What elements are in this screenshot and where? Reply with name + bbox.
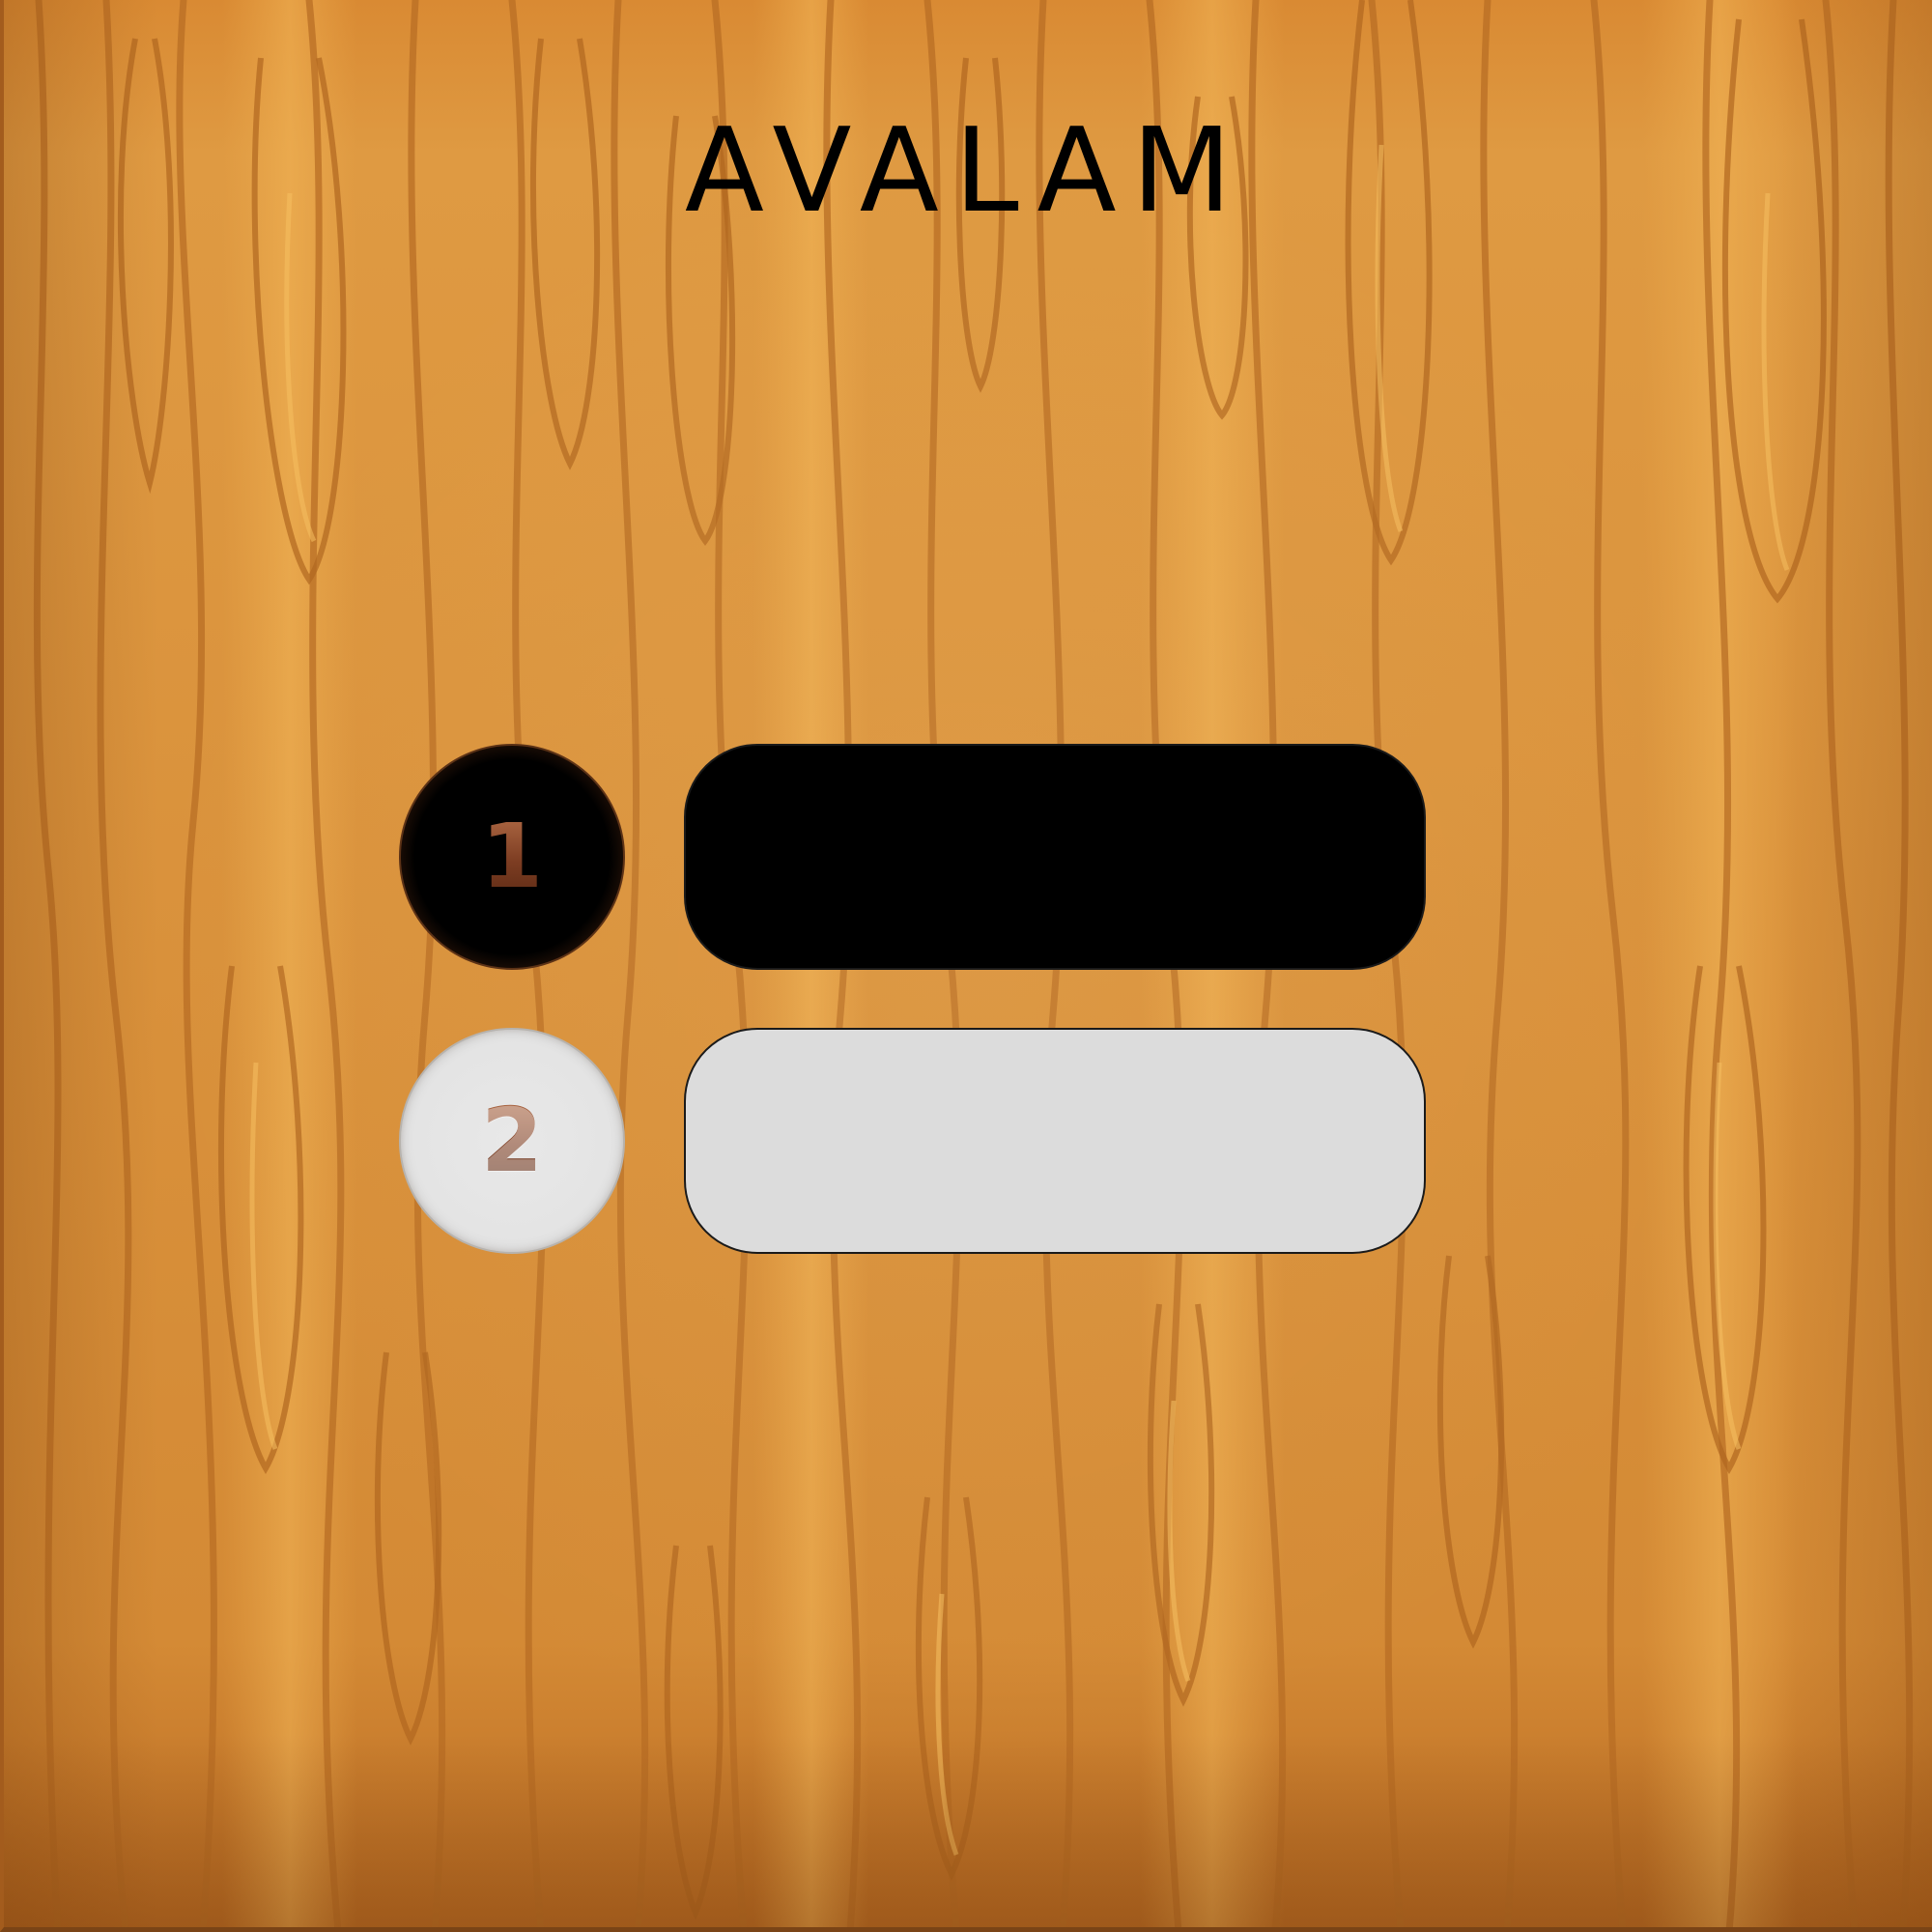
game-title: AVALAM bbox=[684, 104, 1248, 239]
player-1-name-input[interactable] bbox=[684, 744, 1426, 970]
game-screen: AVALAM 1 2 bbox=[0, 0, 1932, 1932]
player-1-number: 1 bbox=[480, 805, 543, 908]
player-2-piece: 2 bbox=[399, 1028, 625, 1254]
player-1-piece: 1 bbox=[399, 744, 625, 970]
player-2-number: 2 bbox=[480, 1089, 543, 1192]
player-2-name-input[interactable] bbox=[684, 1028, 1426, 1254]
